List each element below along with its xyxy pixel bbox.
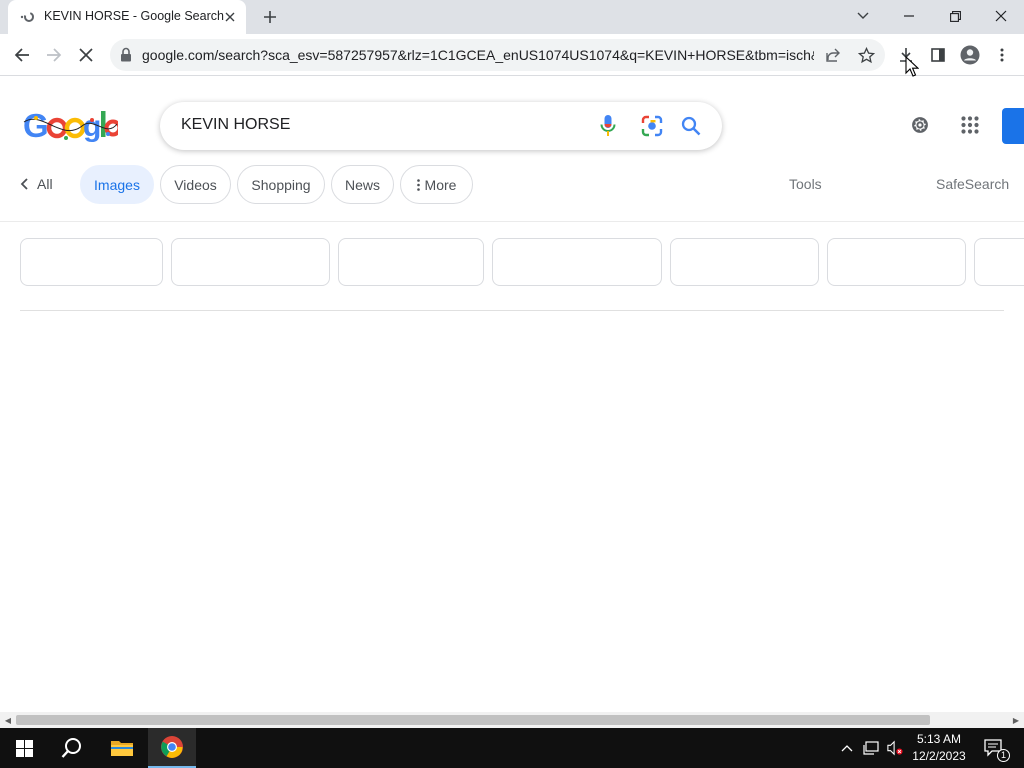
- browser-menu-icon[interactable]: [989, 42, 1015, 68]
- scroll-right-arrow-icon[interactable]: ▶: [1011, 715, 1021, 725]
- share-icon[interactable]: [823, 45, 843, 65]
- placeholder-card: [670, 238, 819, 286]
- volume-muted-icon[interactable]: [887, 740, 903, 756]
- browser-toolbar: google.com/search?sca_esv=587257957&rlz=…: [0, 34, 1024, 76]
- close-tab-icon[interactable]: [222, 9, 238, 25]
- tab-news-label: News: [344, 176, 380, 193]
- address-bar[interactable]: google.com/search?sca_esv=587257957&rlz=…: [110, 39, 885, 71]
- chrome-taskbar-icon[interactable]: [148, 728, 196, 768]
- show-hidden-icons-chevron-icon[interactable]: [839, 740, 855, 756]
- placeholder-card: [20, 238, 163, 286]
- horizontal-scrollbar[interactable]: ◀ ▶: [0, 712, 1024, 728]
- voice-search-mic-icon[interactable]: [596, 114, 620, 138]
- restore-icon[interactable]: [932, 0, 978, 32]
- placeholder-card: [338, 238, 484, 286]
- placeholder-card: [974, 238, 1024, 286]
- scroll-left-arrow-icon[interactable]: ◀: [3, 715, 13, 725]
- network-icon[interactable]: [863, 740, 879, 756]
- browser-tab[interactable]: KEVIN HORSE - Google Search: [8, 0, 246, 34]
- chevron-left-icon: [20, 178, 28, 190]
- tab-all-label: All: [37, 176, 53, 192]
- windows-start-icon[interactable]: [0, 728, 48, 768]
- clock-time: 5:13 AM: [916, 732, 962, 746]
- scrollbar-thumb[interactable]: [16, 715, 930, 725]
- placeholder-card: [827, 238, 966, 286]
- side-panel-icon[interactable]: [925, 42, 951, 68]
- screen: KEVIN HORSE - Google Search google.com/s…: [0, 0, 1024, 768]
- sign-in-button[interactable]: [1002, 108, 1024, 144]
- search-box[interactable]: KEVIN HORSE: [160, 102, 722, 150]
- mouse-cursor-icon: [905, 55, 920, 83]
- profile-avatar-icon[interactable]: [957, 42, 983, 68]
- tab-title: KEVIN HORSE - Google Search: [44, 9, 224, 23]
- tab-videos-label: Videos: [174, 176, 217, 193]
- tab-all[interactable]: All: [20, 164, 53, 204]
- tab-shopping-label: Shopping: [251, 176, 311, 193]
- browser-tabstrip: KEVIN HORSE - Google Search: [0, 0, 1024, 34]
- search-filter-bar: All Images Videos Shopping News More Too…: [0, 164, 1024, 206]
- header-divider: [0, 221, 1024, 222]
- safesearch-button[interactable]: SafeSearch: [936, 176, 1009, 192]
- tab-more[interactable]: More: [400, 165, 473, 204]
- lock-icon[interactable]: [120, 47, 134, 63]
- loading-favicon-icon: [20, 10, 36, 24]
- tab-news[interactable]: News: [331, 165, 394, 204]
- back-arrow-icon[interactable]: [9, 42, 35, 68]
- tab-search-chevron-icon[interactable]: [840, 0, 886, 32]
- google-logo[interactable]: G g: [22, 107, 122, 144]
- tab-shopping[interactable]: Shopping: [237, 165, 325, 204]
- close-window-icon[interactable]: [978, 0, 1024, 32]
- notification-count-badge: 1: [997, 749, 1010, 762]
- search-query-text[interactable]: KEVIN HORSE: [181, 116, 290, 134]
- clock-date: 12/2/2023: [912, 749, 966, 763]
- stop-loading-icon[interactable]: [73, 42, 99, 68]
- settings-gear-icon[interactable]: [907, 112, 933, 138]
- placeholder-card: [171, 238, 330, 286]
- more-dots-icon: [416, 178, 420, 191]
- tab-videos[interactable]: Videos: [160, 165, 231, 204]
- tab-images-label: Images: [94, 176, 140, 193]
- bookmark-star-icon[interactable]: [856, 45, 876, 65]
- new-tab-icon[interactable]: [260, 7, 280, 27]
- search-magnifier-icon[interactable]: [679, 114, 703, 138]
- url-text[interactable]: google.com/search?sca_esv=587257957&rlz=…: [142, 47, 814, 63]
- minimize-icon[interactable]: [886, 0, 932, 32]
- tab-more-label: More: [424, 176, 457, 193]
- google-apps-grid-icon[interactable]: [957, 112, 983, 138]
- forward-arrow-icon[interactable]: [41, 42, 67, 68]
- tools-button[interactable]: Tools: [789, 176, 822, 192]
- google-lens-icon[interactable]: [640, 114, 664, 138]
- svg-text:g: g: [83, 110, 101, 143]
- tab-images[interactable]: Images: [80, 165, 154, 204]
- taskbar-clock[interactable]: 5:13 AM 12/2/2023: [904, 731, 974, 765]
- file-explorer-icon[interactable]: [98, 728, 146, 768]
- placeholder-card: [492, 238, 662, 286]
- taskbar-search-icon[interactable]: [48, 728, 96, 768]
- content-divider: [20, 310, 1004, 311]
- windows-taskbar: 5:13 AM 12/2/2023 1: [0, 728, 1024, 768]
- svg-text:G: G: [23, 108, 49, 144]
